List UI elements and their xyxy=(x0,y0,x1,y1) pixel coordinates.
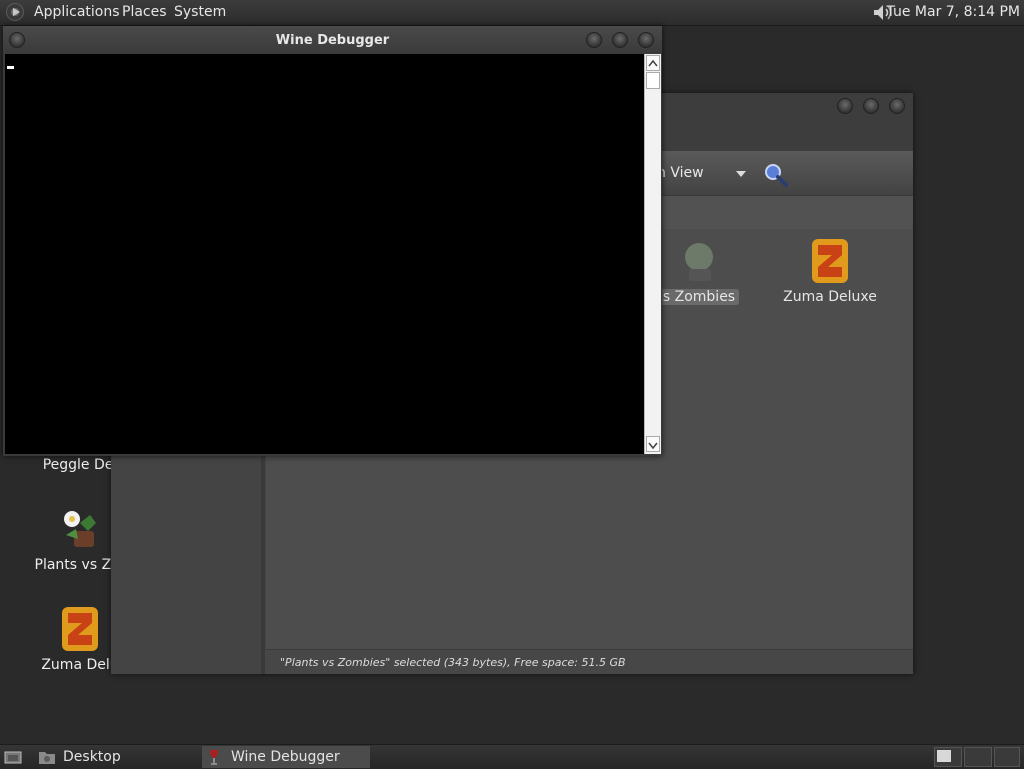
taskbar-item-label: Desktop xyxy=(63,749,121,765)
applications-logo-icon[interactable] xyxy=(6,3,24,21)
view-mode-select[interactable]: n View xyxy=(657,160,704,186)
chevron-up-icon xyxy=(648,59,658,67)
top-panel: Applications Places System Tue Mar 7, 8:… xyxy=(0,0,1024,26)
taskbar-item-label: Wine Debugger xyxy=(231,749,340,765)
search-icon[interactable] xyxy=(763,162,789,188)
zuma-deluxe-icon xyxy=(812,239,848,283)
chevron-down-icon[interactable] xyxy=(736,171,746,177)
clock[interactable]: Tue Mar 7, 8:14 PM xyxy=(887,0,1020,25)
workspace-3[interactable] xyxy=(994,747,1020,767)
wine-debugger-window: Wine Debugger xyxy=(3,26,662,456)
menu-system[interactable]: System xyxy=(174,0,226,25)
scroll-thumb[interactable] xyxy=(646,72,660,89)
workspace-2[interactable] xyxy=(964,747,992,767)
file-item-label: s Zombies xyxy=(658,289,740,305)
chevron-down-icon xyxy=(648,442,658,450)
bottom-panel: Desktop Wine Debugger xyxy=(0,744,1024,769)
plants-vs-zombies-icon xyxy=(685,243,713,281)
maximize-button[interactable] xyxy=(863,98,879,114)
maximize-button[interactable] xyxy=(612,32,628,48)
show-desktop-icon[interactable] xyxy=(4,748,22,766)
desktop-icon-label: Peggle Del xyxy=(42,457,118,473)
taskbar-item-wine-debugger[interactable]: Wine Debugger xyxy=(202,746,370,768)
scroll-down-button[interactable] xyxy=(646,436,660,452)
status-bar: "Plants vs Zombies" selected (343 bytes)… xyxy=(266,649,913,674)
wine-debugger-titlebar[interactable]: Wine Debugger xyxy=(3,26,662,54)
plants-vs-zombies-icon xyxy=(64,511,96,547)
text-cursor xyxy=(7,66,14,69)
window-title: Wine Debugger xyxy=(275,33,390,48)
wine-glass-icon xyxy=(210,750,218,765)
minimize-button[interactable] xyxy=(586,32,602,48)
scroll-up-button[interactable] xyxy=(646,55,660,71)
folder-icon xyxy=(39,752,55,764)
close-button[interactable] xyxy=(638,32,654,48)
vertical-scrollbar[interactable] xyxy=(644,54,661,454)
file-item-label: Zuma Deluxe xyxy=(783,289,877,305)
menu-applications[interactable]: Applications xyxy=(34,0,120,25)
menu-places[interactable]: Places xyxy=(122,0,167,25)
debugger-console[interactable] xyxy=(5,54,644,454)
file-item-zuma-deluxe[interactable]: Zuma Deluxe xyxy=(770,237,890,305)
taskbar-item-desktop[interactable]: Desktop xyxy=(36,746,196,768)
workspace-window-preview xyxy=(937,750,951,762)
close-button[interactable] xyxy=(889,98,905,114)
minimize-button[interactable] xyxy=(837,98,853,114)
desktop-icon-label: Zuma Delu xyxy=(41,657,119,673)
workspace-1[interactable] xyxy=(934,747,962,767)
zuma-deluxe-icon xyxy=(62,607,98,651)
